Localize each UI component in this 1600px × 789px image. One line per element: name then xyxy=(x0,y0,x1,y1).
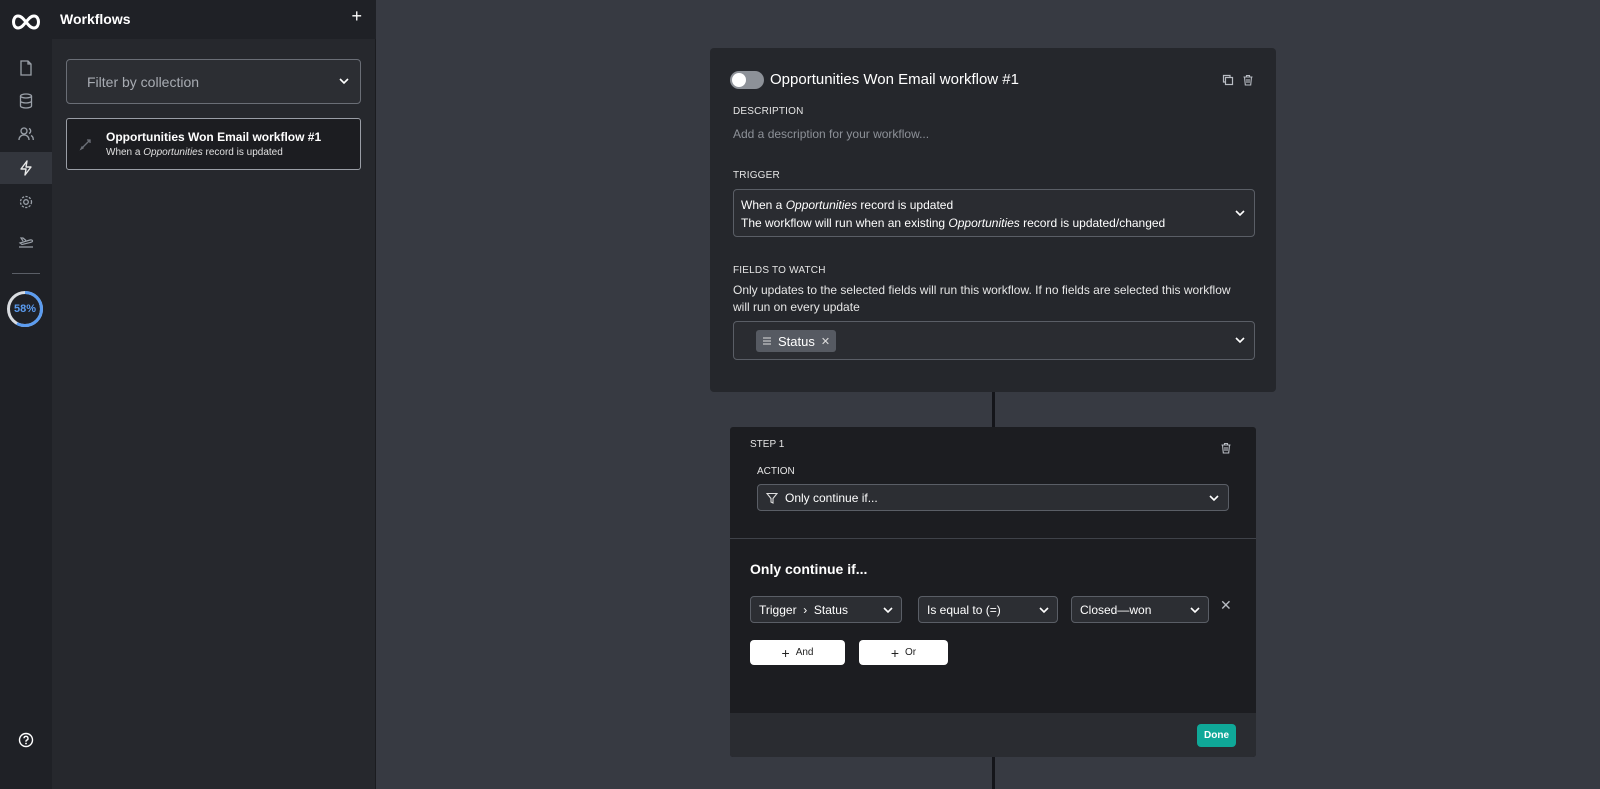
trash-icon[interactable] xyxy=(1242,73,1254,91)
plus-icon: + xyxy=(890,644,900,661)
step-footer: Done xyxy=(730,713,1256,757)
add-and-button[interactable]: + And xyxy=(750,640,845,665)
chevron-down-icon xyxy=(1234,207,1246,219)
workflow-list-item[interactable]: Opportunities Won Email workflow #1 When… xyxy=(66,118,361,170)
condition-title: Only continue if... xyxy=(750,561,868,577)
help-icon[interactable] xyxy=(0,724,52,756)
step-divider xyxy=(730,538,1256,539)
workflow-item-title: Opportunities Won Email workflow #1 xyxy=(106,130,322,144)
flow-connector xyxy=(992,757,995,789)
progress-label: 58% xyxy=(13,303,37,315)
chevron-down-icon xyxy=(1038,604,1050,616)
condition-field-select[interactable]: Trigger › Status xyxy=(750,596,902,623)
trigger-detail: The workflow will run when an existing O… xyxy=(741,216,1166,230)
condition-value: Closed—won xyxy=(1080,603,1152,617)
filter-icon xyxy=(765,491,779,509)
step-label: STEP 1 xyxy=(750,439,785,450)
icon-rail: 58% xyxy=(0,0,52,789)
condition-operator-select[interactable]: Is equal to (=) xyxy=(918,596,1058,623)
remove-condition-icon[interactable]: ✕ xyxy=(1220,597,1232,614)
card-actions xyxy=(1222,73,1254,91)
trigger-summary: When a Opportunities record is updated xyxy=(741,198,954,212)
list-icon xyxy=(763,337,771,345)
field-chip-label: Status xyxy=(778,333,815,349)
trigger-label: TRIGGER xyxy=(733,170,780,181)
panel-title: Workflows xyxy=(60,11,131,27)
logo-icon[interactable] xyxy=(9,12,43,32)
chevron-down-icon xyxy=(882,604,894,616)
description-input[interactable]: Add a description for your workflow... xyxy=(733,127,929,141)
trash-icon[interactable] xyxy=(1220,441,1232,459)
description-label: DESCRIPTION xyxy=(733,106,804,117)
add-workflow-button[interactable]: + xyxy=(351,6,362,27)
action-value: Only continue if... xyxy=(785,491,878,505)
remove-chip-icon[interactable]: ✕ xyxy=(821,335,830,348)
rocket-icon xyxy=(79,137,93,156)
field-chip: Status ✕ xyxy=(756,330,837,352)
collection-filter-select[interactable]: Filter by collection xyxy=(66,59,361,104)
workflow-enable-toggle[interactable] xyxy=(730,71,764,89)
database-icon[interactable] xyxy=(0,85,52,117)
condition-field-value: Trigger › Status xyxy=(759,603,848,617)
users-icon[interactable] xyxy=(0,118,52,150)
workflow-card: Opportunities Won Email workflow #1 DESC… xyxy=(710,48,1276,392)
copy-icon[interactable] xyxy=(1222,73,1234,91)
done-button[interactable]: Done xyxy=(1197,724,1236,747)
chevron-down-icon xyxy=(338,75,350,87)
document-icon[interactable] xyxy=(0,52,52,84)
step-card: STEP 1 ACTION Only continue if... Only c… xyxy=(730,427,1256,757)
action-label: ACTION xyxy=(757,466,795,477)
filter-placeholder: Filter by collection xyxy=(87,74,200,90)
chevron-down-icon xyxy=(1189,604,1201,616)
panel-header: Workflows + xyxy=(52,0,376,39)
chevron-down-icon xyxy=(1234,334,1246,346)
fields-to-watch-help: Only updates to the selected fields will… xyxy=(733,283,1231,314)
action-select[interactable]: Only continue if... xyxy=(757,484,1229,511)
plus-icon: + xyxy=(781,644,790,661)
gear-icon[interactable] xyxy=(0,186,52,218)
workflow-title: Opportunities Won Email workflow #1 xyxy=(770,71,1019,88)
condition-value-select[interactable]: Closed—won xyxy=(1071,596,1209,623)
rail-divider xyxy=(12,273,40,274)
lightning-icon[interactable] xyxy=(0,152,52,184)
fields-to-watch-select[interactable]: Status ✕ xyxy=(733,321,1255,360)
trigger-select[interactable]: When a Opportunities record is updated T… xyxy=(733,189,1255,237)
plane-icon[interactable] xyxy=(0,226,52,258)
add-or-button[interactable]: + Or xyxy=(859,640,948,665)
workflow-item-subtitle: When a Opportunities record is updated xyxy=(106,147,283,158)
condition-operator-value: Is equal to (=) xyxy=(927,603,1001,617)
fields-to-watch-label: FIELDS TO WATCH xyxy=(733,265,826,276)
flow-connector xyxy=(992,392,995,427)
workflows-panel: Workflows + Filter by collection Opportu… xyxy=(52,0,376,789)
chevron-down-icon xyxy=(1208,492,1220,504)
